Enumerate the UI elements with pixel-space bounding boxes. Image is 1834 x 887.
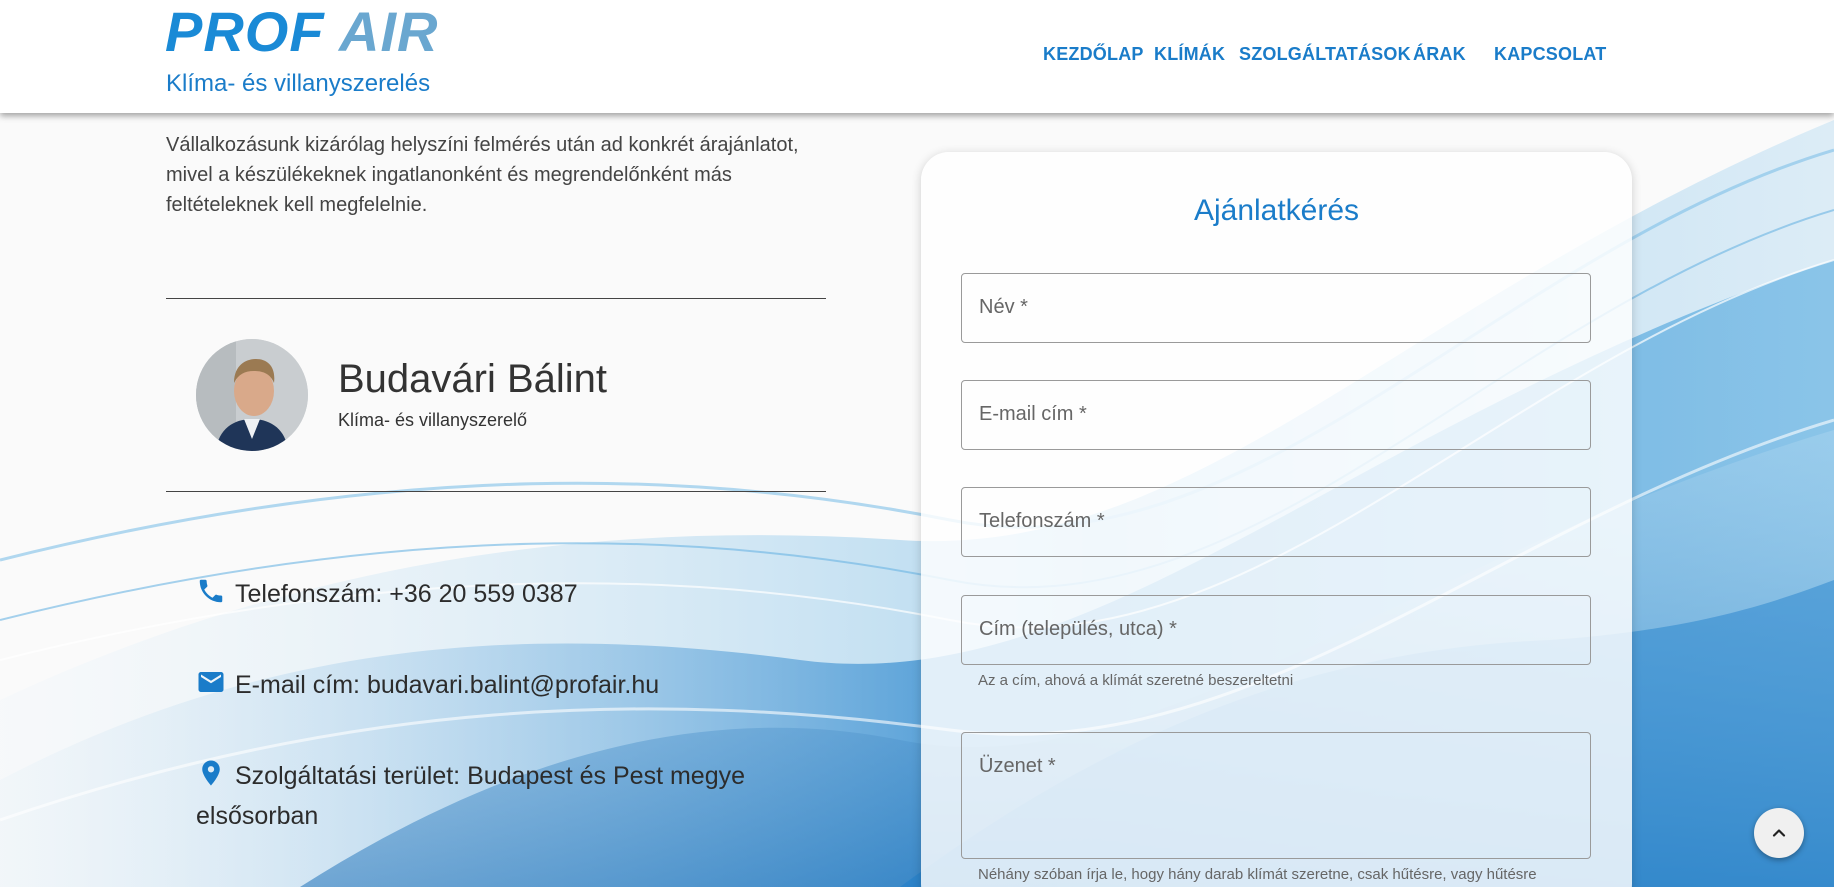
phone-placeholder: Telefonszám * [979, 510, 1105, 532]
name-placeholder: Név * [979, 296, 1028, 318]
address-hint: Az a cím, ahová a klímát szeretné beszer… [978, 672, 1294, 689]
site-header: PROF AIR Klíma- és villanyszerelés KEZDŐ… [0, 0, 1834, 113]
contact-email[interactable]: E-mail cím: budavari.balint@profair.hu [196, 665, 836, 705]
person-role: Klíma- és villanyszerelő [338, 410, 528, 430]
phone-field[interactable]: Telefonszám * [961, 487, 1591, 557]
contact-phone-text: Telefonszám: +36 20 559 0387 [235, 580, 578, 608]
quote-request-form: Ajánlatkérés Név * E-mail cím * Telefons… [921, 152, 1632, 887]
contact-phone[interactable]: Telefonszám: +36 20 559 0387 [196, 574, 836, 614]
divider-top [166, 298, 826, 299]
contact-area: Szolgáltatási terület: Budapest és Pest … [196, 756, 836, 836]
address-placeholder: Cím (település, utca) * [979, 618, 1177, 640]
mail-icon [198, 672, 224, 692]
avatar [196, 339, 308, 451]
avatar-portrait-icon [196, 339, 308, 451]
intro-text: Vállalkozásunk kizárólag helyszíni felmé… [166, 134, 799, 216]
name-field[interactable]: Név * [961, 273, 1591, 343]
nav-link-contact[interactable]: KAPCSOLAT [1494, 44, 1606, 65]
chevron-up-icon [1772, 829, 1786, 837]
nav-link-ac[interactable]: KLÍMÁK [1154, 44, 1225, 65]
message-hint: Néhány szóban írja le, hogy hány darab k… [978, 866, 1537, 883]
phone-icon [199, 579, 223, 603]
person-name: Budavári Bálint [338, 357, 608, 401]
nav-link-home[interactable]: KEZDŐLAP [1043, 44, 1144, 65]
nav-link-prices[interactable]: ÁRAK [1413, 44, 1466, 65]
form-title: Ajánlatkérés [1193, 194, 1360, 227]
message-field[interactable]: Üzenet * [961, 732, 1591, 859]
contact-email-text: E-mail cím: budavari.balint@profair.hu [235, 671, 660, 699]
message-placeholder: Üzenet * [979, 755, 1056, 777]
location-pin-icon [202, 760, 220, 786]
scroll-to-top-button[interactable] [1754, 808, 1804, 858]
nav-link-services[interactable]: SZOLGÁLTATÁSOK [1239, 44, 1411, 65]
email-field[interactable]: E-mail cím * [961, 380, 1591, 450]
contact-area-text: Szolgáltatási terület: Budapest és Pest … [196, 762, 746, 830]
main-nav: KEZDŐLAP KLÍMÁK SZOLGÁLTATÁSOK ÁRAK KAPC… [0, 44, 1834, 68]
address-field[interactable]: Cím (település, utca) * [961, 595, 1591, 665]
logo-tagline: Klíma- és villanyszerelés [166, 70, 431, 97]
divider-bottom [166, 491, 826, 492]
email-placeholder: E-mail cím * [979, 403, 1087, 425]
